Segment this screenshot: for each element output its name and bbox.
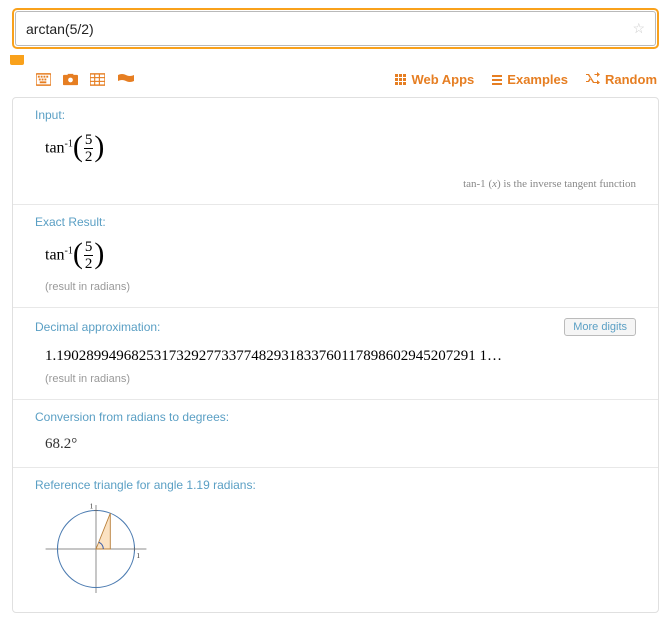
input-annotation: tan-1 (x) is the inverse tangent functio… <box>35 170 636 190</box>
input-expression: tan-1(52) <box>35 130 636 170</box>
svg-text:1: 1 <box>136 551 140 560</box>
exact-expression: tan-1(52) <box>35 237 636 277</box>
degrees-value: 68.2° <box>35 432 636 453</box>
keyboard-icon[interactable] <box>36 73 51 86</box>
flag-icon[interactable] <box>117 74 135 86</box>
decimal-value: 1.19028994968253173292773377482931833760… <box>35 344 636 369</box>
input-tool-icons <box>36 73 135 86</box>
frac-den: 2 <box>84 256 94 272</box>
nav-random-label: Random <box>605 72 657 87</box>
search-tag-icon <box>10 55 24 65</box>
nav-examples-label: Examples <box>507 72 568 87</box>
more-digits-button[interactable]: More digits <box>564 318 636 336</box>
search-inner: ☆ <box>15 11 656 46</box>
section-input: Input: tan-1(52) tan-1 (x) is the invers… <box>13 98 658 205</box>
exact-subnote: (result in radians) <box>35 277 636 293</box>
section-title: Input: <box>35 108 65 122</box>
section-decimal: Decimal approximation: More digits 1.190… <box>13 308 658 400</box>
frac-num: 5 <box>84 240 94 256</box>
search-container: ☆ <box>12 8 659 49</box>
toolbar: Web Apps Examples Random <box>12 68 659 97</box>
nav-random[interactable]: Random <box>586 72 657 87</box>
grid-icon <box>395 74 406 85</box>
nav-web-apps-label: Web Apps <box>411 72 474 87</box>
decimal-subnote: (result in radians) <box>35 369 636 385</box>
fn-name: tan <box>45 140 65 157</box>
annot-sup: -1 <box>477 178 486 190</box>
results-card: Input: tan-1(52) tan-1 (x) is the invers… <box>12 97 659 613</box>
nav-examples[interactable]: Examples <box>492 72 568 87</box>
image-upload-icon[interactable] <box>63 73 78 86</box>
frac-num: 5 <box>84 133 94 149</box>
section-title: Decimal approximation: <box>35 320 160 334</box>
fn-sup: -1 <box>65 138 73 149</box>
data-table-icon[interactable] <box>90 73 105 86</box>
reference-triangle-plot: 1 1 <box>41 500 151 598</box>
section-exact-result: Exact Result: tan-1(52) (result in radia… <box>13 205 658 308</box>
svg-text:1: 1 <box>90 502 94 511</box>
nav-links: Web Apps Examples Random <box>395 72 657 87</box>
annot-var: x <box>492 178 497 190</box>
section-title: Reference triangle for angle 1.19 radian… <box>35 478 256 492</box>
annot-desc: is the inverse tangent function <box>503 178 636 190</box>
frac-den: 2 <box>84 149 94 165</box>
section-title: Conversion from radians to degrees: <box>35 410 229 424</box>
fn-sup: -1 <box>65 245 73 256</box>
annot-fn: tan <box>463 178 476 190</box>
favorite-star-icon[interactable]: ☆ <box>632 20 645 37</box>
nav-web-apps[interactable]: Web Apps <box>395 72 474 87</box>
section-title: Exact Result: <box>35 215 106 229</box>
fn-name: tan <box>45 247 65 264</box>
section-reference-triangle: Reference triangle for angle 1.19 radian… <box>13 468 658 612</box>
search-input[interactable] <box>26 21 624 37</box>
shuffle-icon <box>586 72 600 87</box>
section-degrees: Conversion from radians to degrees: 68.2… <box>13 400 658 468</box>
list-icon <box>492 75 502 85</box>
